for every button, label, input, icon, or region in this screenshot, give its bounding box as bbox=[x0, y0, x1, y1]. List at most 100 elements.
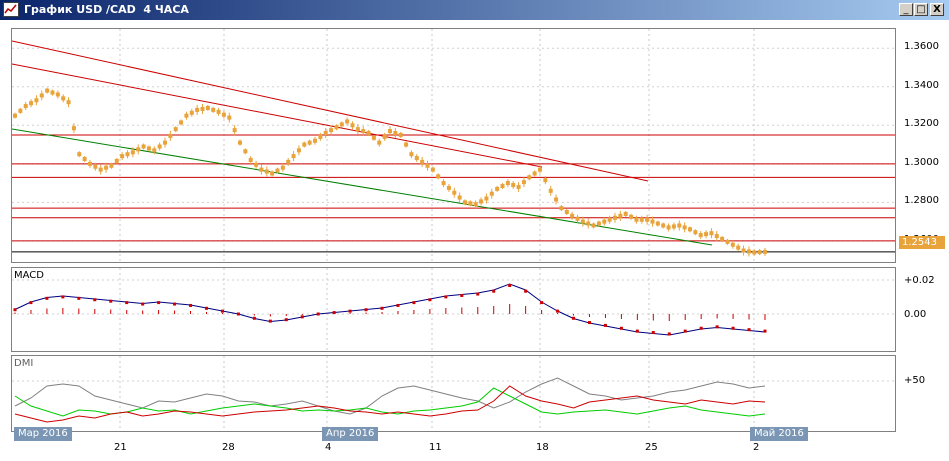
price-candle bbox=[570, 213, 575, 218]
price-candle bbox=[109, 163, 114, 168]
price-candle bbox=[45, 88, 50, 93]
price-candle bbox=[254, 162, 259, 167]
price-candle bbox=[200, 106, 205, 111]
price-candle bbox=[130, 150, 135, 155]
macd-signal-point bbox=[747, 328, 751, 332]
price-candle bbox=[704, 232, 709, 237]
price-candle bbox=[152, 148, 157, 153]
price-candle bbox=[714, 234, 719, 239]
price-candle bbox=[757, 250, 762, 255]
price-candle bbox=[736, 245, 741, 250]
close-button[interactable]: X bbox=[930, 3, 944, 16]
price-candle bbox=[500, 183, 505, 188]
price-candle bbox=[404, 142, 409, 147]
price-candle bbox=[334, 125, 339, 130]
dmi-pane[interactable]: DMI bbox=[11, 355, 896, 432]
macd-signal-point bbox=[651, 331, 655, 335]
macd-signal-point bbox=[587, 321, 591, 325]
price-candle bbox=[168, 133, 173, 138]
price-candle bbox=[532, 171, 537, 176]
trendline-upper-red bbox=[12, 40, 649, 182]
title-bar[interactable]: График USD /CAD 4 ЧАСА _ □ X bbox=[0, 0, 949, 20]
price-candle bbox=[746, 249, 751, 254]
price-candle bbox=[505, 181, 510, 186]
price-candle bbox=[666, 225, 671, 230]
price-candle bbox=[484, 196, 489, 201]
macd-signal-point bbox=[157, 301, 161, 305]
price-candle bbox=[436, 174, 441, 179]
price-candle bbox=[50, 90, 55, 95]
price-candle bbox=[211, 107, 216, 112]
price-candle bbox=[639, 217, 644, 222]
macd-signal-point bbox=[460, 293, 464, 297]
price-candle bbox=[452, 190, 457, 195]
price-candle bbox=[414, 156, 419, 161]
macd-signal-point bbox=[236, 312, 240, 316]
price-candle bbox=[763, 249, 767, 254]
price-candle bbox=[473, 202, 478, 207]
date-label-4: 4 bbox=[325, 442, 332, 453]
price-candle bbox=[586, 221, 591, 226]
price-pane[interactable] bbox=[11, 28, 896, 263]
macd-pane[interactable]: MACD bbox=[11, 267, 896, 352]
date-label-28: 28 bbox=[222, 442, 235, 453]
macd-signal-point bbox=[125, 301, 129, 305]
macd-signal-point bbox=[572, 316, 576, 320]
price-candle bbox=[645, 217, 650, 222]
macd-signal-point bbox=[61, 295, 65, 299]
price-candle bbox=[313, 138, 317, 143]
macd-signal-point bbox=[667, 332, 671, 336]
price-candle bbox=[371, 135, 376, 140]
price-candle bbox=[511, 183, 516, 188]
price-candle bbox=[286, 159, 291, 164]
price-candle bbox=[393, 131, 398, 136]
price-candle bbox=[725, 239, 730, 244]
price-candle bbox=[607, 217, 612, 222]
macd-signal-point bbox=[524, 289, 528, 293]
price-candle bbox=[205, 105, 210, 110]
macd-axis-top: +0.02 bbox=[904, 275, 935, 286]
price-candle bbox=[259, 167, 264, 172]
price-candle bbox=[307, 140, 312, 145]
macd-signal-point bbox=[763, 329, 767, 333]
price-candle bbox=[671, 224, 676, 229]
price-candle bbox=[468, 201, 473, 206]
price-candle bbox=[409, 152, 414, 157]
price-candle bbox=[521, 180, 526, 185]
macd-signal-point bbox=[141, 302, 145, 306]
restore-button[interactable]: □ bbox=[914, 3, 928, 16]
price-candle bbox=[516, 184, 521, 189]
macd-signal-point bbox=[29, 301, 33, 305]
macd-signal-point bbox=[332, 311, 336, 315]
minimize-button[interactable]: _ bbox=[899, 3, 913, 16]
macd-signal-point bbox=[93, 298, 97, 302]
date-label-21: 21 bbox=[114, 442, 127, 453]
price-candle bbox=[720, 236, 725, 241]
price-candle bbox=[323, 131, 328, 136]
macd-signal-point bbox=[699, 326, 703, 330]
macd-signal-point bbox=[173, 302, 177, 306]
price-candle bbox=[136, 147, 141, 152]
price-candle bbox=[538, 167, 542, 172]
macd-signal-point bbox=[476, 292, 480, 296]
macd-signal-point bbox=[268, 319, 272, 323]
price-candle bbox=[564, 209, 569, 214]
macd-label: MACD bbox=[14, 270, 44, 281]
macd-signal-point bbox=[109, 299, 113, 303]
price-candle bbox=[361, 129, 366, 134]
price-candle bbox=[698, 233, 703, 238]
price-candle bbox=[634, 217, 639, 222]
macd-signal-point bbox=[731, 326, 735, 330]
price-candle bbox=[688, 227, 692, 232]
price-candle bbox=[661, 223, 666, 228]
price-candle bbox=[677, 223, 682, 228]
price-candle bbox=[18, 108, 23, 113]
price-candle bbox=[345, 119, 350, 124]
macd-signal-point bbox=[204, 306, 208, 310]
dmi-adx-line bbox=[14, 377, 766, 415]
price-candle bbox=[318, 134, 323, 139]
price-candle bbox=[163, 140, 167, 145]
price-candle bbox=[548, 188, 553, 193]
price-axis-tick: 1.3400 bbox=[904, 79, 939, 91]
macd-signal-point bbox=[556, 309, 560, 313]
